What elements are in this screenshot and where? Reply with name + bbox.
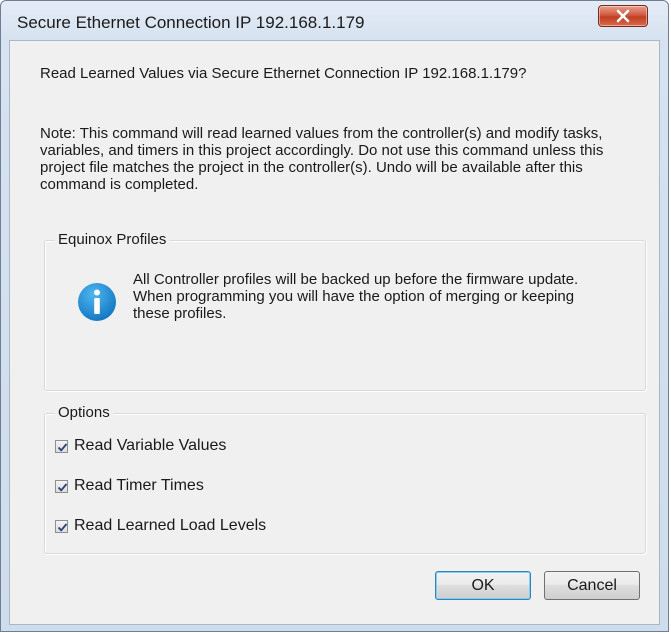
close-button[interactable] (598, 5, 648, 27)
profiles-message: All Controller profiles will be backed u… (133, 271, 579, 322)
read-learned-load-levels-checkbox[interactable]: Read Learned Load Levels (55, 517, 266, 535)
checkmark-icon (57, 522, 68, 532)
dialog-note: Note: This command will read learned val… (40, 125, 604, 193)
read-timer-times-checkbox[interactable]: Read Timer Times (55, 477, 204, 495)
checkmark-icon (57, 482, 68, 492)
options-group: Options Read Variable Values Read Timer … (44, 404, 646, 554)
checkbox-label: Read Learned Load Levels (74, 517, 267, 534)
options-label: Options (55, 404, 113, 421)
title-bar[interactable]: Secure Ethernet Connection IP 192.168.1.… (1, 1, 668, 41)
close-icon (616, 9, 630, 23)
checkmark-icon (57, 442, 68, 452)
cancel-button[interactable]: Cancel (544, 571, 640, 600)
equinox-profiles-label: Equinox Profiles (55, 231, 170, 248)
checkbox-box[interactable] (55, 519, 68, 533)
info-icon (78, 283, 116, 321)
equinox-profiles-group: Equinox Profiles All Controller profiles… (44, 231, 646, 391)
dialog-question: Read Learned Values via Secure Ethernet … (40, 65, 527, 82)
checkbox-box[interactable] (55, 439, 68, 453)
checkbox-label: Read Variable Values (74, 437, 227, 454)
checkbox-box[interactable] (55, 479, 68, 493)
ok-button[interactable]: OK (435, 571, 531, 600)
dialog-body: Read Learned Values via Secure Ethernet … (9, 40, 660, 625)
window-title: Secure Ethernet Connection IP 192.168.1.… (17, 13, 365, 32)
checkbox-label: Read Timer Times (74, 477, 204, 494)
read-variable-values-checkbox[interactable]: Read Variable Values (55, 437, 226, 455)
dialog-window: Secure Ethernet Connection IP 192.168.1.… (0, 0, 669, 632)
